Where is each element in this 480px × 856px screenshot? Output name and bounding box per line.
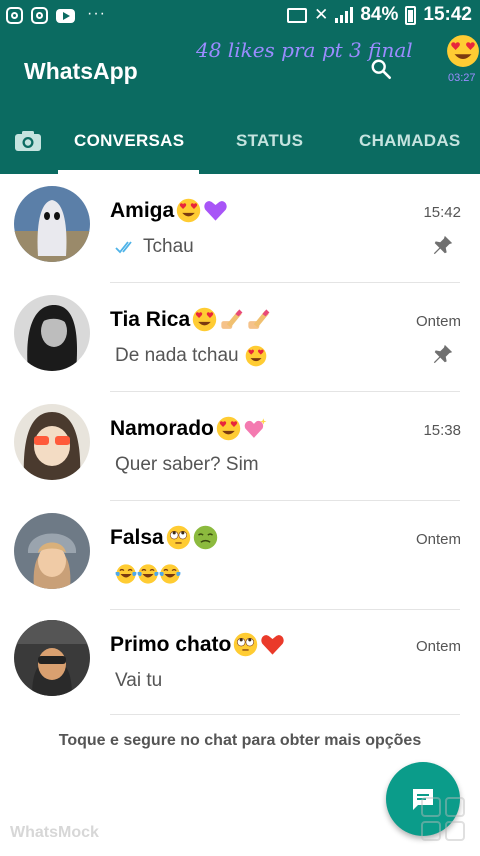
- chat-last-message: Tchau: [115, 236, 194, 258]
- chat-item-primo-chato[interactable]: Primo chato Vai tu Ontem: [0, 608, 480, 717]
- chat-time: Ontem: [415, 638, 461, 655]
- tab-chamadas[interactable]: CHAMADAS: [359, 131, 461, 151]
- chat-name-text: Tia Rica: [110, 307, 191, 331]
- cast-icon: [287, 7, 308, 23]
- system-status: ✕ 84% 15:42: [287, 4, 472, 26]
- chat-name-text: Amiga: [110, 198, 175, 222]
- youtube-icon: [56, 8, 75, 23]
- status-bar: ··· ✕ 84% 15:42: [0, 0, 480, 34]
- chat-item-tia-rica[interactable]: Tia Rica De nada tchau Ontem: [0, 283, 480, 392]
- tears-of-joy-emoji-icon: [137, 563, 159, 585]
- purple-heart-emoji-icon: [204, 201, 227, 221]
- watermark-grid-icon: [421, 797, 465, 841]
- heart-eyes-emoji-icon: [245, 345, 266, 367]
- nauseated-emoji-icon: [192, 525, 218, 550]
- nail-polish-emoji-icon: [221, 309, 243, 329]
- instagram-icon: [6, 7, 23, 24]
- divider: [110, 714, 460, 715]
- overlay-time: 03:27: [448, 72, 476, 84]
- app-title: WhatsApp: [24, 58, 138, 84]
- avatar[interactable]: [14, 620, 90, 696]
- heart-eyes-emoji-icon: [192, 307, 217, 332]
- tab-bar: CONVERSAS STATUS CHAMADAS: [0, 122, 480, 174]
- heart-eyes-emoji-icon: [176, 198, 201, 223]
- rolling-eyes-emoji-icon: [165, 525, 191, 550]
- chat-last-message: Quer saber? Sim: [115, 454, 259, 476]
- avatar[interactable]: [14, 295, 90, 371]
- chat-name-text: Namorado: [110, 416, 214, 440]
- watermark: WhatsMock: [10, 824, 99, 841]
- chat-item-namorado[interactable]: Namorado Quer saber? Sim 15:38: [0, 392, 480, 501]
- overlay-caption: 48 likes pra pt 3 final: [196, 38, 413, 62]
- tears-of-joy-emoji-icon: [159, 563, 181, 585]
- signal-icon: [335, 7, 354, 23]
- chat-item-amiga[interactable]: Amiga Tchau 15:42: [0, 174, 480, 283]
- tears-of-joy-emoji-icon: [115, 563, 137, 585]
- hint-text: Toque e segure no chat para obter mais o…: [58, 732, 422, 749]
- chat-message-text: De nada tchau: [115, 345, 239, 366]
- battery-icon: [405, 5, 417, 25]
- pin-icon: [433, 235, 453, 255]
- chat-last-message: De nada tchau: [115, 345, 267, 367]
- rolling-eyes-emoji-icon: [233, 632, 259, 657]
- chat-time: Ontem: [415, 531, 461, 548]
- tab-status[interactable]: STATUS: [236, 131, 303, 151]
- read-ticks-icon: [115, 241, 132, 254]
- instagram-icon: [31, 7, 48, 24]
- more-notifications-icon: ···: [87, 4, 106, 22]
- chat-name: Falsa: [110, 525, 218, 550]
- pin-icon: [433, 344, 453, 364]
- heart-eyes-emoji-icon: [216, 416, 241, 441]
- battery-percent: 84%: [360, 4, 399, 25]
- chat-name-text: Primo chato: [110, 632, 232, 656]
- camera-icon[interactable]: [14, 130, 42, 152]
- sparkling-heart-emoji-icon: [244, 418, 267, 438]
- avatar[interactable]: [14, 186, 90, 262]
- chat-last-message: [115, 563, 181, 585]
- notification-icons: ···: [6, 4, 106, 24]
- chat-name: Tia Rica: [110, 307, 271, 332]
- chat-name: Amiga: [110, 198, 228, 223]
- avatar[interactable]: [14, 513, 90, 589]
- chat-message-text: Tchau: [143, 236, 194, 257]
- clock: 15:42: [423, 4, 472, 25]
- nail-polish-emoji-icon: [248, 309, 270, 329]
- app-bar: WhatsApp 48 likes pra pt 3 final 03:27 C…: [0, 34, 480, 174]
- chat-name: Namorado: [110, 416, 268, 441]
- mute-icon: ✕: [314, 5, 329, 24]
- chat-message-text: Quer saber? Sim: [115, 454, 259, 475]
- chat-time: Ontem: [415, 313, 461, 330]
- avatar[interactable]: [14, 404, 90, 480]
- chat-name-text: Falsa: [110, 525, 164, 549]
- tab-conversas[interactable]: CONVERSAS: [74, 131, 184, 151]
- chat-item-falsa[interactable]: Falsa Ontem: [0, 501, 480, 610]
- chat-time: 15:38: [423, 422, 461, 439]
- chat-time: 15:42: [423, 204, 461, 221]
- red-heart-emoji-icon: [261, 635, 285, 655]
- chat-last-message: Vai tu: [115, 670, 162, 692]
- chat-name: Primo chato: [110, 632, 285, 657]
- heart-eyes-emoji-icon: [447, 35, 479, 67]
- chat-message-text: Vai tu: [115, 670, 163, 691]
